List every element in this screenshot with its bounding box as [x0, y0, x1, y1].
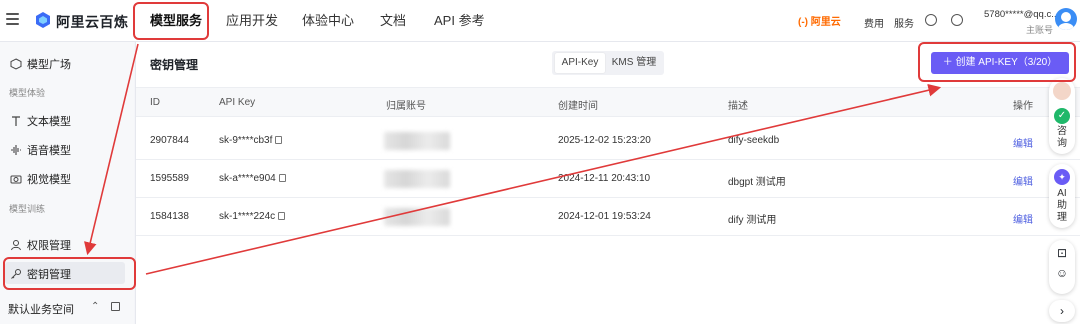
camera-icon — [10, 175, 22, 184]
row-desc: dify 测试用 — [728, 215, 777, 226]
globe-icon[interactable] — [925, 14, 937, 26]
row-key-text: sk-1****224c — [219, 211, 276, 222]
nav-docs[interactable]: 文档 — [380, 0, 406, 42]
col-account: 归属账号 — [386, 101, 426, 112]
sidebar-item-label: 视觉模型 — [27, 174, 71, 186]
sidebar-item-label: 文本模型 — [27, 116, 71, 128]
row-key: sk-a****e904 — [219, 173, 286, 184]
copy-icon[interactable] — [278, 212, 286, 220]
waveform-icon — [11, 145, 21, 155]
row-created: 2024-12-01 19:53:24 — [558, 211, 651, 222]
account-email[interactable]: 5780*****@qq.c... — [984, 9, 1059, 20]
row-desc: dify-seekdb — [728, 135, 780, 146]
tools-widget: ⊡ ☺ — [1049, 240, 1075, 294]
service-link[interactable]: 服务 — [894, 15, 914, 30]
nav-experience-center[interactable]: 体验中心 — [302, 0, 354, 42]
highlight-key-management — [3, 257, 136, 290]
bailian-logo-icon — [36, 12, 50, 28]
row-key: sk-9****cb3f — [219, 135, 283, 146]
agent-avatar — [1053, 82, 1071, 100]
copy-icon[interactable] — [275, 136, 283, 144]
col-desc: 描述 — [728, 101, 748, 112]
table-header: ID API Key 归属账号 创建时间 描述 操作 — [136, 87, 1080, 117]
chevron-up-icon[interactable]: ⌃ — [91, 301, 99, 312]
sidebar-item-model-square[interactable]: 模型广场 — [10, 56, 71, 72]
redacted-account — [384, 208, 450, 226]
col-api-key: API Key — [219, 97, 256, 108]
col-actions: 操作 — [1013, 101, 1033, 112]
ai-assistant-label: AI助理 — [1057, 188, 1067, 223]
sidebar-group-model-exp: 模型体验 — [9, 88, 46, 98]
edit-link[interactable]: 编辑 — [1013, 173, 1033, 188]
table-row: 2907844 sk-9****cb3f 2025-12-02 15:23:20… — [136, 122, 1080, 160]
highlight-nav-model-service — [133, 2, 209, 40]
row-id: 2907844 — [150, 135, 189, 146]
ai-assistant-widget[interactable]: ✦ AI助理 — [1049, 164, 1075, 228]
nav-api-reference[interactable]: API 参考 — [434, 0, 485, 42]
tab-api-key[interactable]: API-Key — [555, 53, 605, 73]
consult-check-icon: ✓ — [1054, 108, 1070, 124]
ai-star-icon: ✦ — [1054, 169, 1070, 185]
tab-kms[interactable]: KMS 管理 — [608, 53, 660, 73]
table-row: 1584138 sk-1****224c 2024-12-01 19:53:24… — [136, 198, 1080, 236]
highlight-create-button — [918, 42, 1076, 82]
row-key-text: sk-9****cb3f — [219, 135, 273, 146]
row-key: sk-1****224c — [219, 211, 286, 222]
chevron-right-icon[interactable]: › — [1049, 300, 1075, 322]
sidebar-item-label: 权限管理 — [27, 240, 71, 252]
collapse-sidebar-icon[interactable] — [111, 302, 120, 311]
main-content: 密钥管理 API-Key KMS 管理 ＋ 创建 API-KEY（3/20） I… — [135, 42, 1080, 324]
robot-icon[interactable]: ⊡ — [1049, 246, 1075, 260]
text-icon — [12, 116, 20, 126]
sidebar-item-voice-model[interactable]: 语音模型 — [10, 142, 71, 158]
smile-icon[interactable]: ☺ — [1049, 266, 1075, 280]
sidebar-item-text-model[interactable]: 文本模型 — [10, 113, 71, 129]
row-id: 1595589 — [150, 173, 189, 184]
account-type: 主账号 — [1026, 25, 1054, 35]
brand-name[interactable]: 阿里云百炼 — [56, 12, 129, 32]
menu-icon[interactable] — [6, 13, 19, 27]
row-created: 2025-12-02 15:23:20 — [558, 135, 651, 146]
redacted-account — [384, 170, 450, 188]
row-key-text: sk-a****e904 — [219, 173, 276, 184]
col-created: 创建时间 — [558, 101, 598, 112]
table-row: 1595589 sk-a****e904 2024-12-11 20:43:10… — [136, 160, 1080, 198]
tab-switcher: API-Key KMS 管理 — [552, 51, 664, 75]
copy-icon[interactable] — [278, 174, 286, 182]
redacted-account — [384, 132, 450, 150]
sidebar-item-vision-model[interactable]: 视觉模型 — [10, 171, 71, 187]
avatar[interactable] — [1055, 8, 1077, 30]
billing-link[interactable]: 费用 — [864, 15, 884, 30]
sidebar-item-label: 模型广场 — [27, 59, 71, 71]
user-icon — [11, 240, 21, 251]
sidebar-item-permissions[interactable]: 权限管理 — [10, 237, 71, 253]
cube-icon — [10, 58, 22, 70]
sidebar-group-model-train: 模型训练 — [9, 204, 46, 214]
page-title: 密钥管理 — [150, 58, 199, 72]
settings-icon[interactable] — [951, 14, 963, 26]
row-created: 2024-12-11 20:43:10 — [558, 173, 651, 184]
consult-label: 咨询 — [1057, 126, 1067, 149]
sidebar-item-label: 语音模型 — [27, 145, 71, 157]
edit-link[interactable]: 编辑 — [1013, 135, 1033, 150]
floating-help-panel: ✓ 咨询 ✦ AI助理 ⊡ ☺ › — [1048, 78, 1076, 324]
col-id: ID — [150, 97, 160, 108]
aliyun-logo[interactable]: (-) 阿里云 — [798, 13, 841, 28]
row-desc: dbgpt 测试用 — [728, 177, 786, 188]
row-id: 1584138 — [150, 211, 189, 222]
workspace-selector[interactable]: 默认业务空间 — [8, 301, 74, 317]
consult-widget[interactable]: ✓ 咨询 — [1049, 78, 1075, 154]
edit-link[interactable]: 编辑 — [1013, 211, 1033, 226]
nav-app-dev[interactable]: 应用开发 — [226, 0, 278, 42]
